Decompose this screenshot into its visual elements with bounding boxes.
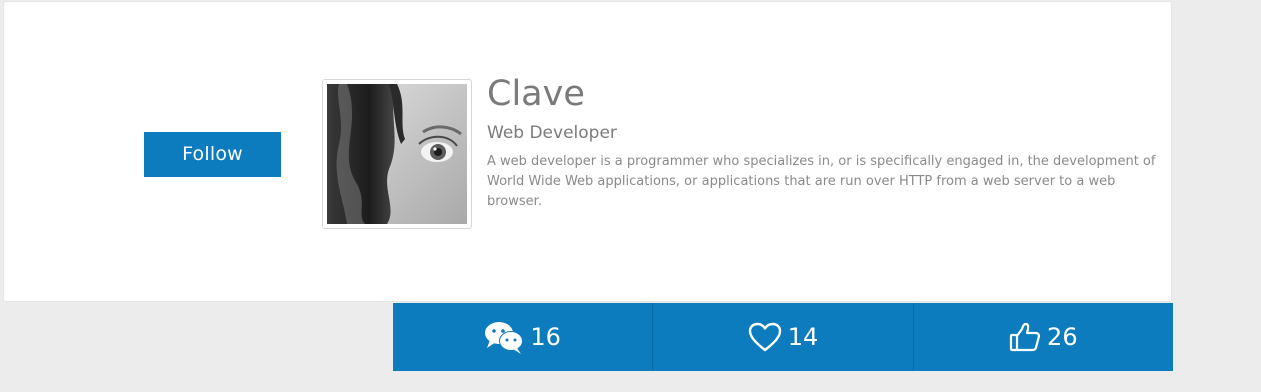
stats-bar: 16 14 26 <box>393 303 1173 371</box>
thumbs-up-count: 26 <box>1047 323 1078 351</box>
avatar-image <box>327 84 467 224</box>
profile-bio: A web developer is a programmer who spec… <box>487 154 1156 209</box>
profile-card: Follow Clave Web Developer A web develop… <box>3 1 1172 302</box>
thumbs-up-icon <box>1009 321 1041 353</box>
avatar <box>327 84 467 224</box>
likes-count: 14 <box>787 323 819 351</box>
profile-name: Clave <box>487 74 585 114</box>
profile-role: Web Developer <box>487 123 617 143</box>
stat-likes[interactable]: 14 <box>653 303 914 371</box>
avatar-frame <box>322 79 472 229</box>
stat-comments[interactable]: 16 <box>393 303 654 371</box>
comments-icon <box>484 320 524 354</box>
stat-thumbs-up[interactable]: 26 <box>914 303 1173 371</box>
heart-icon <box>748 322 782 352</box>
follow-button[interactable]: Follow <box>144 132 281 177</box>
comments-count: 16 <box>530 323 561 351</box>
